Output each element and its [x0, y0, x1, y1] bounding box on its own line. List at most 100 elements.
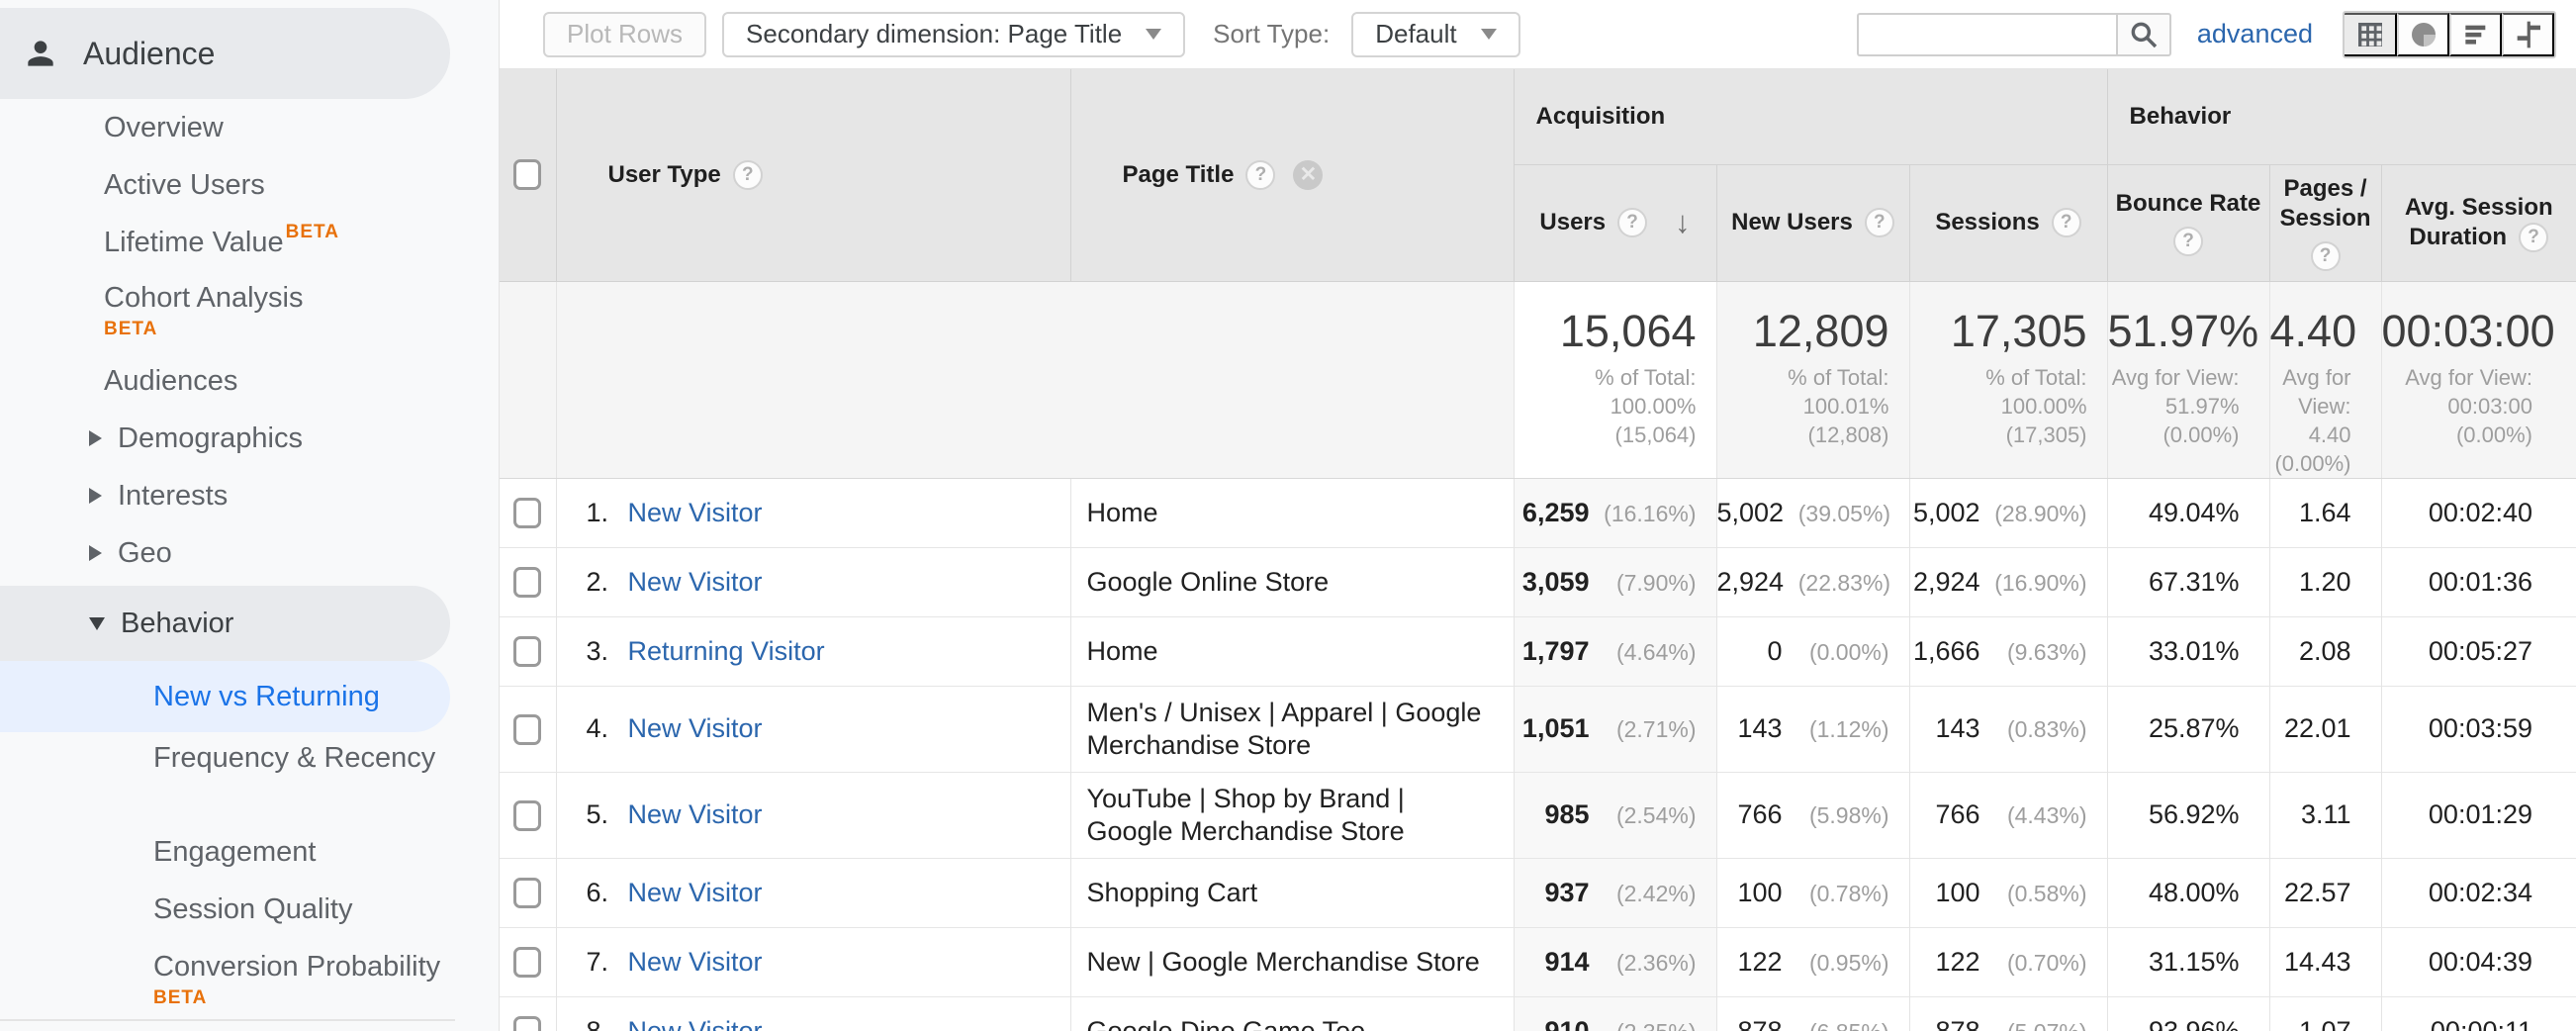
column-header-avg-session-duration[interactable]: Avg. SessionDuration — [2381, 164, 2576, 281]
user-type-link[interactable]: New Visitor — [628, 713, 763, 743]
help-icon[interactable] — [2052, 208, 2081, 237]
row-checkbox[interactable] — [513, 714, 541, 745]
avg-session-duration-cell: 00:01:29 — [2381, 772, 2576, 858]
avg-session-duration-cell: 00:01:36 — [2381, 547, 2576, 616]
help-icon[interactable] — [1617, 208, 1647, 237]
plot-rows-button[interactable]: Plot Rows — [543, 12, 706, 57]
help-icon[interactable] — [2311, 241, 2341, 271]
page-title-cell: Men's / Unisex | Apparel | Google Mercha… — [1070, 686, 1514, 772]
report-toolbar: Plot Rows Secondary dimension: Page Titl… — [500, 0, 2576, 69]
row-checkbox[interactable] — [513, 1016, 541, 1031]
percentage-view-button[interactable] — [2397, 13, 2449, 56]
sessions-cell: 100(0.58%) — [1909, 858, 2107, 927]
comparison-view-button[interactable] — [2502, 13, 2554, 56]
dropdown-arrow-icon — [1146, 29, 1161, 40]
row-index: 5. — [587, 799, 628, 830]
search-button[interactable] — [2116, 13, 2171, 56]
report-main: Plot Rows Secondary dimension: Page Titl… — [500, 0, 2576, 1031]
table-view-button[interactable] — [2345, 13, 2397, 56]
page-title-cell: Home — [1070, 478, 1514, 547]
sort-type-dropdown[interactable]: Default — [1351, 12, 1519, 57]
row-checkbox[interactable] — [513, 567, 541, 598]
pages-session-cell: 22.57 — [2269, 858, 2381, 927]
column-header-sessions[interactable]: Sessions — [1909, 164, 2107, 281]
new-users-cell: 143(1.12%) — [1716, 686, 1909, 772]
performance-view-button[interactable] — [2449, 13, 2502, 56]
analytics-app: Audience Overview Active Users Lifetime … — [0, 0, 2576, 1031]
sessions-cell: 122(0.70%) — [1909, 927, 2107, 996]
sidebar-item-audiences[interactable]: Audiences — [0, 352, 499, 410]
sidebar-item-interests[interactable]: Interests — [0, 467, 499, 524]
sidebar-item-engagement[interactable]: Engagement — [0, 823, 499, 881]
row-index: 2. — [587, 567, 628, 598]
sidebar-section-audience[interactable]: Audience — [0, 8, 450, 99]
new-users-cell: 0(0.00%) — [1716, 616, 1909, 686]
new-users-cell: 878(6.85%) — [1716, 996, 1909, 1031]
help-icon[interactable] — [733, 160, 763, 190]
remove-secondary-dimension-icon[interactable] — [1293, 160, 1323, 190]
table-row: 7.New Visitor New | Google Merchandise S… — [500, 927, 2576, 996]
user-type-link[interactable]: New Visitor — [628, 498, 763, 527]
bounce-rate-cell: 67.31% — [2107, 547, 2269, 616]
column-header-pages-session[interactable]: Pages /Session — [2269, 164, 2381, 281]
sidebar-item-lifetime-value[interactable]: Lifetime ValueBETA — [0, 214, 499, 271]
sessions-cell: 766(4.43%) — [1909, 772, 2107, 858]
column-header-user-type[interactable]: User Type — [556, 69, 1070, 281]
person-icon — [22, 35, 59, 72]
select-all-checkbox[interactable] — [513, 159, 541, 190]
pages-session-cell: 1.20 — [2269, 547, 2381, 616]
users-cell: 1,797(4.64%) — [1514, 616, 1716, 686]
sessions-cell: 2,924(16.90%) — [1909, 547, 2107, 616]
sidebar-item-new-vs-returning[interactable]: New vs Returning — [0, 661, 450, 732]
sidebar-item-demographics[interactable]: Demographics — [0, 410, 499, 467]
row-checkbox[interactable] — [513, 947, 541, 978]
sidebar-item-geo[interactable]: Geo — [0, 524, 499, 582]
column-header-bounce-rate[interactable]: Bounce Rate — [2107, 164, 2269, 281]
user-type-link[interactable]: New Visitor — [628, 567, 763, 597]
row-checkbox[interactable] — [513, 498, 541, 528]
column-header-page-title[interactable]: Page Title — [1070, 69, 1514, 281]
users-cell: 3,059(7.90%) — [1514, 547, 1716, 616]
advanced-search-link[interactable]: advanced — [2197, 19, 2313, 49]
view-toggle-group — [2343, 11, 2556, 58]
row-checkbox[interactable] — [513, 636, 541, 667]
sidebar-item-conversion-probability[interactable]: Conversion ProbabilityBETA — [0, 938, 499, 1009]
sidebar-item-cohort-analysis[interactable]: Cohort AnalysisBETA — [0, 271, 499, 352]
totals-sessions: 17,305 % of Total:100.00%(17,305) — [1909, 281, 2107, 478]
help-icon[interactable] — [1245, 160, 1275, 190]
new-users-cell: 5,002(39.05%) — [1716, 478, 1909, 547]
table-row: 6.New Visitor Shopping Cart 937(2.42%) 1… — [500, 858, 2576, 927]
sidebar-section-label: Audience — [83, 36, 215, 72]
sidebar-item-frequency-recency[interactable]: Frequency & Recency — [0, 732, 499, 823]
magnifier-icon — [2128, 19, 2160, 50]
help-icon[interactable] — [1865, 208, 1894, 237]
sidebar-item-active-users[interactable]: Active Users — [0, 156, 499, 214]
row-index: 4. — [587, 713, 628, 744]
user-type-link[interactable]: New Visitor — [628, 799, 763, 829]
sidebar-item-session-quality[interactable]: Session Quality — [0, 881, 499, 938]
user-type-link[interactable]: New Visitor — [628, 947, 763, 977]
help-icon[interactable] — [2173, 227, 2203, 256]
user-type-link[interactable]: New Visitor — [628, 1016, 763, 1031]
column-header-users[interactable]: Users — [1514, 164, 1716, 281]
sidebar-item-overview[interactable]: Overview — [0, 99, 499, 156]
row-checkbox[interactable] — [513, 878, 541, 908]
row-checkbox[interactable] — [513, 800, 541, 831]
bounce-rate-cell: 49.04% — [2107, 478, 2269, 547]
sort-descending-icon — [1675, 205, 1691, 240]
page-title-cell: Shopping Cart — [1070, 858, 1514, 927]
user-type-link[interactable]: Returning Visitor — [628, 636, 825, 666]
column-header-new-users[interactable]: New Users — [1716, 164, 1909, 281]
avg-session-duration-cell: 00:00:11 — [2381, 996, 2576, 1031]
secondary-dimension-dropdown[interactable]: Secondary dimension: Page Title — [722, 12, 1185, 57]
users-cell: 910(2.35%) — [1514, 996, 1716, 1031]
totals-row: 15,064 % of Total:100.00%(15,064) 12,809… — [500, 281, 2576, 478]
search-input[interactable] — [1857, 13, 2116, 56]
avg-session-duration-cell: 00:04:39 — [2381, 927, 2576, 996]
new-users-cell: 122(0.95%) — [1716, 927, 1909, 996]
sidebar-item-behavior[interactable]: Behavior — [0, 586, 450, 661]
table-row: 5.New Visitor YouTube | Shop by Brand | … — [500, 772, 2576, 858]
users-cell: 985(2.54%) — [1514, 772, 1716, 858]
user-type-link[interactable]: New Visitor — [628, 878, 763, 907]
help-icon[interactable] — [2519, 223, 2548, 252]
